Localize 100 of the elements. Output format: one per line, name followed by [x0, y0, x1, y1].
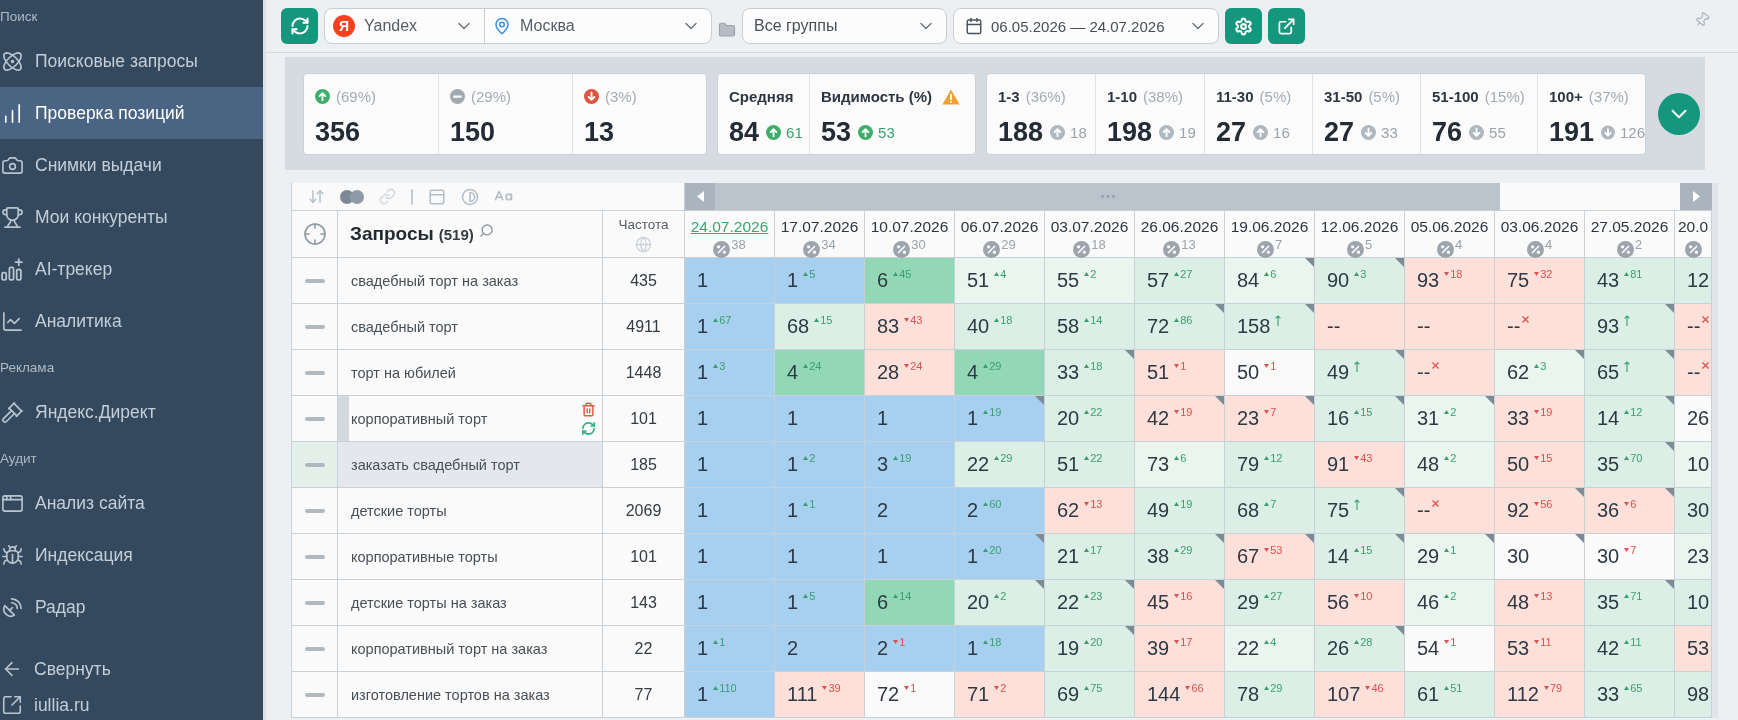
position-change: 7: [1270, 407, 1277, 418]
settings-button[interactable]: [1225, 8, 1262, 44]
scroll-left-button[interactable]: [685, 183, 715, 210]
percent-icon[interactable]: [983, 241, 1001, 258]
position-value: 48: [1417, 453, 1440, 475]
minus-icon[interactable]: [304, 646, 325, 651]
date-link[interactable]: 20.0: [1677, 217, 1709, 236]
nav-item[interactable]: Мои конкуренты: [0, 191, 263, 243]
position-value: 1: [967, 545, 979, 567]
nav-item[interactable]: Индексация: [0, 529, 263, 581]
triangle-up-icon: [1084, 272, 1090, 276]
minus-icon[interactable]: [304, 692, 325, 697]
nav-item[interactable]: Поисковые запросы: [0, 35, 263, 87]
engine-select[interactable]: Я Yandex: [325, 9, 484, 43]
position-value: 14: [1597, 407, 1620, 429]
sort-icon[interactable]: [308, 188, 325, 205]
percent-icon[interactable]: [803, 241, 821, 258]
period-select[interactable]: 06.05.2026 — 24.07.2026: [953, 8, 1219, 44]
nav-item[interactable]: Проверка позиций: [0, 87, 263, 139]
nav-item[interactable]: Снимки выдачи: [0, 139, 263, 191]
position-value: 53: [1507, 637, 1530, 659]
percent-icon[interactable]: [1163, 241, 1181, 258]
minus-icon[interactable]: [304, 278, 325, 283]
minus-icon[interactable]: [304, 324, 325, 329]
percent-icon[interactable]: [713, 241, 731, 258]
minus-icon[interactable]: [304, 600, 325, 605]
position-change: 5: [809, 591, 816, 602]
percent-icon[interactable]: [1436, 241, 1454, 258]
collapse-link[interactable]: Свернуть: [0, 654, 119, 684]
chart-sparkle-icon: [1, 257, 24, 281]
percent-icon[interactable]: [1684, 241, 1702, 258]
export-button[interactable]: [1268, 8, 1305, 44]
region-select[interactable]: Москва: [484, 9, 711, 43]
percent-icon[interactable]: [1616, 241, 1634, 258]
triangle-up-icon: [1174, 456, 1180, 460]
minus-icon[interactable]: [304, 508, 325, 513]
position-value: 107: [1327, 683, 1361, 705]
position-value: 1: [787, 545, 799, 567]
scrollbar-thumb[interactable]: [715, 183, 1500, 210]
nav-section-title: Поиск: [0, 8, 38, 26]
minus-icon[interactable]: [304, 416, 325, 421]
date-link[interactable]: 03.06.2026: [1500, 217, 1579, 236]
contrast-icon[interactable]: [461, 187, 479, 206]
triangle-up-icon: [994, 594, 1000, 598]
date-link[interactable]: 05.06.2026: [1410, 217, 1489, 236]
range-label: 11-30: [1216, 88, 1254, 105]
date-link[interactable]: 12.06.2026: [1320, 217, 1399, 236]
search-icon[interactable]: [478, 222, 494, 238]
triangle-up-icon: [1444, 686, 1450, 690]
group-select[interactable]: Все группы: [742, 8, 947, 44]
count-value: 13: [584, 117, 615, 148]
percent-icon[interactable]: [1073, 241, 1091, 258]
percent-icon[interactable]: [1526, 241, 1544, 258]
metric-change: 61: [786, 124, 803, 141]
date-link[interactable]: 27.05.2026: [1590, 217, 1669, 236]
nav-item[interactable]: Яндекс.Директ: [0, 386, 263, 438]
triangle-up-icon: [1084, 640, 1090, 644]
nav-item[interactable]: Аналитика: [0, 295, 263, 347]
crosshair-icon[interactable]: [302, 222, 327, 246]
scroll-right-button[interactable]: [1680, 183, 1712, 210]
position-value: 53: [1687, 637, 1710, 659]
window-icon[interactable]: [428, 187, 446, 206]
position-change: 2: [1450, 453, 1457, 464]
position-change: 1: [1450, 545, 1457, 556]
position-value: 33: [1597, 683, 1620, 705]
refresh-icon[interactable]: [581, 420, 596, 436]
nav-item[interactable]: Радар: [0, 581, 263, 633]
refresh-button[interactable]: [281, 8, 318, 44]
percent-icon[interactable]: [1256, 241, 1274, 258]
minus-icon[interactable]: [304, 370, 325, 375]
triangle-up-icon: [1444, 548, 1450, 552]
date-link[interactable]: 26.06.2026: [1140, 217, 1219, 236]
percent-icon[interactable]: [893, 241, 911, 258]
date-link[interactable]: 17.07.2026: [780, 217, 859, 236]
minus-icon[interactable]: [304, 554, 325, 559]
position-value: 71: [967, 683, 990, 705]
position-value: 62: [1057, 499, 1080, 521]
triangle-up-icon: [1354, 410, 1360, 414]
date-link[interactable]: 10.07.2026: [870, 217, 949, 236]
position-value: 98: [1687, 683, 1710, 705]
position-change: 43: [910, 315, 923, 326]
minus-icon[interactable]: [304, 462, 325, 467]
site-link[interactable]: iullia.ru: [0, 690, 98, 720]
triangle-up-icon: [803, 502, 809, 506]
expand-button[interactable]: [1658, 92, 1700, 135]
position-change: 10: [1360, 591, 1373, 602]
date-link[interactable]: 03.07.2026: [1050, 217, 1129, 236]
percent-icon[interactable]: [1346, 241, 1364, 258]
triangle-up-icon: [1174, 272, 1180, 276]
link-icon[interactable]: [379, 188, 396, 205]
frequency-column-title[interactable]: Частота: [618, 217, 669, 232]
toggle-icon[interactable]: [340, 189, 364, 204]
nav-item[interactable]: Анализ сайта: [0, 477, 263, 529]
date-link[interactable]: 06.07.2026: [960, 217, 1039, 236]
date-link[interactable]: 19.06.2026: [1230, 217, 1309, 236]
trash-icon[interactable]: [581, 401, 596, 417]
nav-item[interactable]: AI-трекер: [0, 243, 263, 295]
range-label: 51-100: [1432, 88, 1479, 105]
query-column-title[interactable]: Запросы: [350, 223, 434, 245]
date-count: 4: [1454, 238, 1463, 251]
